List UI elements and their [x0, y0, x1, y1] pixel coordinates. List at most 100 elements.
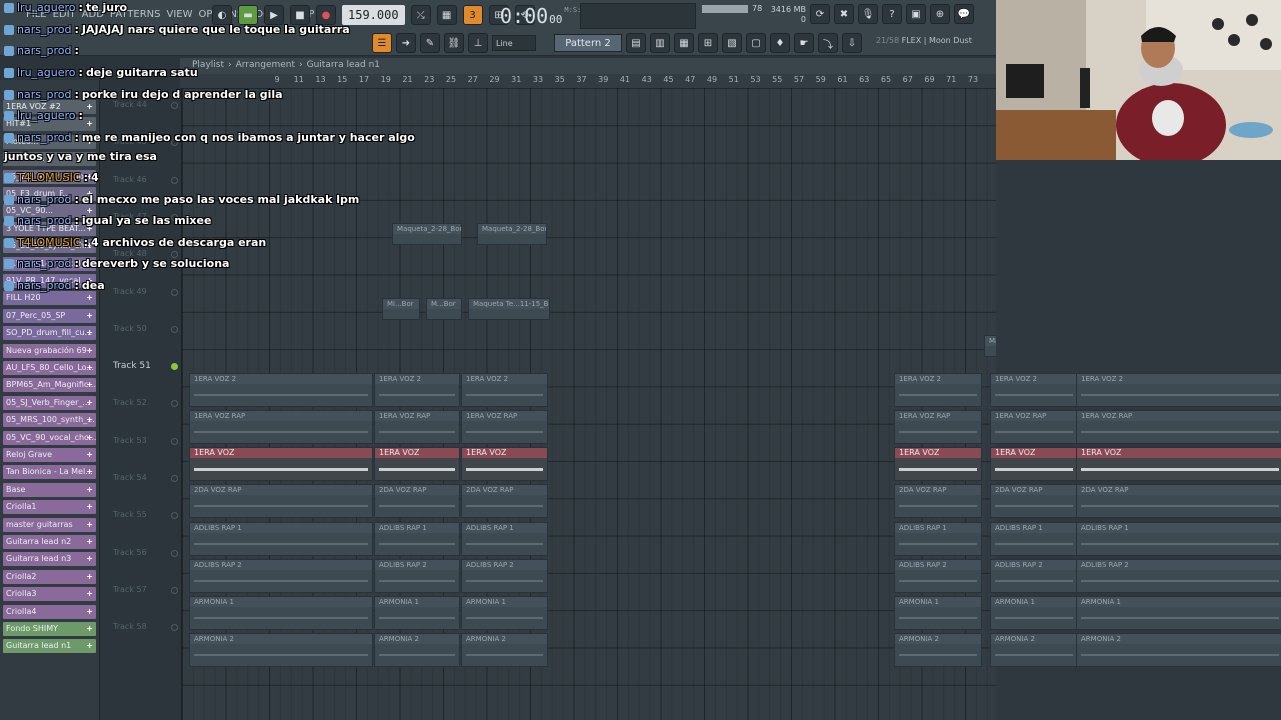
channel-button[interactable]: Guitarra lead n3 +: [3, 552, 96, 567]
audio-clip[interactable]: ARMONIA 1: [894, 596, 982, 630]
audio-clip[interactable]: 2DA VOZ RAP: [374, 484, 460, 518]
track-mute-toggle[interactable]: [171, 475, 178, 482]
menu-item-patterns[interactable]: PATTERNS: [110, 9, 161, 20]
add-channel-icon[interactable]: +: [86, 413, 93, 427]
add-channel-icon[interactable]: +: [86, 326, 93, 340]
channel-button[interactable]: 05_W3_90_drum_lo... +: [3, 169, 96, 184]
channel-button[interactable]: Criolla4 +: [3, 604, 96, 619]
channel-button[interactable]: 1ERA VOZ #2 +: [3, 100, 96, 114]
channel-button[interactable]: Reloj Grave +: [3, 448, 96, 462]
audio-clip[interactable]: ARMONIA 2: [189, 633, 373, 667]
snap-icon[interactable]: ⤯: [410, 5, 431, 25]
audio-clip[interactable]: 2DA VOZ RAP: [461, 484, 548, 518]
add-channel-icon[interactable]: +: [86, 274, 93, 288]
audio-clip[interactable]: ADLIBS RAP 1: [189, 522, 373, 556]
audio-clip[interactable]: ARMONIA 2: [894, 633, 982, 667]
channel-button[interactable]: 91V_PR_147_vocal_... +: [3, 274, 96, 288]
add-channel-icon[interactable]: +: [86, 431, 93, 445]
add-channel-icon[interactable]: +: [86, 639, 93, 653]
audio-clip[interactable]: 2DA VOZ RAP: [894, 484, 982, 518]
audio-clip[interactable]: ADLIBS RAP 2: [189, 559, 373, 593]
audio-clip[interactable]: ADLIBS RAP 1: [374, 522, 460, 556]
timeline-ruler[interactable]: 9 11 13 15 17 19 21 23 25 27 29 31 33 35 37 39 41 43 45 47 4…: [180, 74, 996, 88]
channel-button[interactable]: Criolla2 +: [3, 569, 96, 584]
download-icon[interactable]: ⇩: [842, 33, 862, 53]
add-channel-icon[interactable]: +: [86, 117, 93, 131]
channel-button[interactable]: Base +: [3, 482, 96, 497]
audio-clip[interactable]: 1ERA VOZ 2: [374, 373, 460, 407]
mixer-icon[interactable]: ⊞: [698, 33, 718, 53]
channel-button[interactable]: 05_VC_90... +: [3, 204, 96, 219]
track-mute-toggle[interactable]: [171, 512, 178, 520]
channel-button[interactable]: SO_PD_drum_fill_cu... +: [3, 326, 96, 341]
audio-clip[interactable]: ARMONIA 2: [461, 633, 548, 667]
channel-button[interactable]: 91V_PR_147_vocal_... +: [3, 256, 96, 271]
track-mute-toggle[interactable]: [171, 288, 178, 296]
audio-clip[interactable]: ADLIBS RAP 2: [374, 559, 460, 593]
audio-clip[interactable]: 2DA VOZ RAP: [1076, 484, 1281, 518]
audio-clip[interactable]: 1ERA VOZ RAP: [461, 410, 548, 444]
microphone-icon[interactable]: 🎙: [858, 4, 878, 24]
audio-clip[interactable]: 1ERA VOZ: [1076, 447, 1281, 481]
add-channel-icon[interactable]: +: [86, 587, 93, 601]
channel-button[interactable]: Ploteo... +: [3, 134, 96, 149]
channel-button[interactable]: master guitarras +: [3, 517, 96, 532]
refresh-icon[interactable]: ⟳: [810, 4, 830, 24]
add-channel-icon[interactable]: +: [86, 465, 93, 479]
add-channel-icon[interactable]: +: [86, 135, 93, 149]
piano-roll-icon[interactable]: ▥: [650, 33, 670, 53]
breadcrumb-item-clip[interactable]: Guitarra lead n1: [307, 60, 380, 70]
audio-clip[interactable]: 1ERA VOZ RAP: [894, 410, 982, 444]
track-mute-toggle[interactable]: [171, 624, 178, 632]
channel-button[interactable]: Fondo SHIMY +: [3, 622, 96, 636]
touch-icon[interactable]: ☛: [794, 33, 814, 53]
channel-button[interactable]: 07_Perc_05_SP +: [3, 308, 96, 323]
track-mute-toggle[interactable]: [171, 139, 178, 147]
audio-clip[interactable]: ADLIBS RAP 2: [990, 559, 1078, 593]
channel-button[interactable]: 05_VC_90_vocal_cho... +: [3, 430, 96, 445]
metronome-icon[interactable]: ◐: [212, 5, 232, 25]
track-mute-toggle[interactable]: [171, 363, 178, 371]
channel-button[interactable]: HIT#1 +: [3, 117, 96, 132]
step-edit-icon[interactable]: ▦: [436, 5, 457, 25]
add-channel-icon[interactable]: +: [86, 239, 93, 253]
breadcrumb-item-playlist[interactable]: Playlist: [192, 60, 224, 70]
audio-clip[interactable]: 1ERA VOZ: [990, 447, 1078, 481]
snap-select[interactable]: Line: [492, 35, 536, 51]
add-channel-icon[interactable]: +: [86, 448, 93, 462]
audio-clip[interactable]: ADLIBS RAP 2: [894, 559, 982, 593]
channel-button[interactable]: FILL H20 +: [3, 291, 96, 306]
channel-button[interactable]: BPM65_Am_Magnific... +: [3, 378, 96, 393]
channel-button[interactable]: Guitarra lead n2 +: [3, 535, 96, 549]
add-channel-icon[interactable]: +: [86, 204, 93, 218]
add-channel-icon[interactable]: +: [86, 535, 93, 549]
add-channel-icon[interactable]: +: [86, 257, 93, 271]
channel-button[interactable]: Criolla3 +: [3, 587, 96, 602]
add-channel-icon[interactable]: +: [86, 396, 93, 410]
add-channel-icon[interactable]: +: [86, 187, 93, 201]
menu-item-add[interactable]: ADD: [82, 9, 104, 20]
plug-icon[interactable]: ♦: [770, 33, 790, 53]
menu-item-file[interactable]: FILE: [26, 9, 47, 20]
add-channel-icon[interactable]: +: [86, 518, 93, 532]
add-channel-icon[interactable]: +: [86, 344, 93, 358]
channel-button[interactable]: 05_F3_drum_F... +: [3, 187, 96, 201]
countdown-icon[interactable]: 3: [462, 5, 483, 25]
add-channel-icon[interactable]: +: [86, 100, 93, 114]
link-icon[interactable]: ⛓: [444, 33, 464, 53]
channel-rack-icon[interactable]: ▦: [674, 33, 694, 53]
playlist-menu-icon[interactable]: ☰: [372, 33, 392, 53]
channel-button[interactable]: 05_E5_90_synth_ch... +: [3, 239, 96, 254]
audio-clip[interactable]: 1ERA VOZ: [374, 447, 460, 481]
tempo-display[interactable]: 159.000: [342, 5, 405, 25]
audio-clip[interactable]: ARMONIA 2: [1076, 633, 1281, 667]
audio-clip[interactable]: Mi...Bor: [382, 298, 420, 320]
audio-clip[interactable]: Maqueta_2-28_Bor: [477, 223, 547, 245]
track-mute-toggle[interactable]: [171, 437, 178, 445]
audio-clip[interactable]: Maqueta Te...11-15_Bor: [468, 298, 550, 320]
pattern-selector[interactable]: Pattern 2: [554, 34, 622, 52]
channel-button[interactable]: Criolla1 +: [3, 500, 96, 515]
play-button[interactable]: ▶: [264, 5, 284, 25]
audio-clip[interactable]: 2DA VOZ RAP: [990, 484, 1078, 518]
audio-clip[interactable]: 1ERA VOZ 2: [189, 373, 373, 407]
